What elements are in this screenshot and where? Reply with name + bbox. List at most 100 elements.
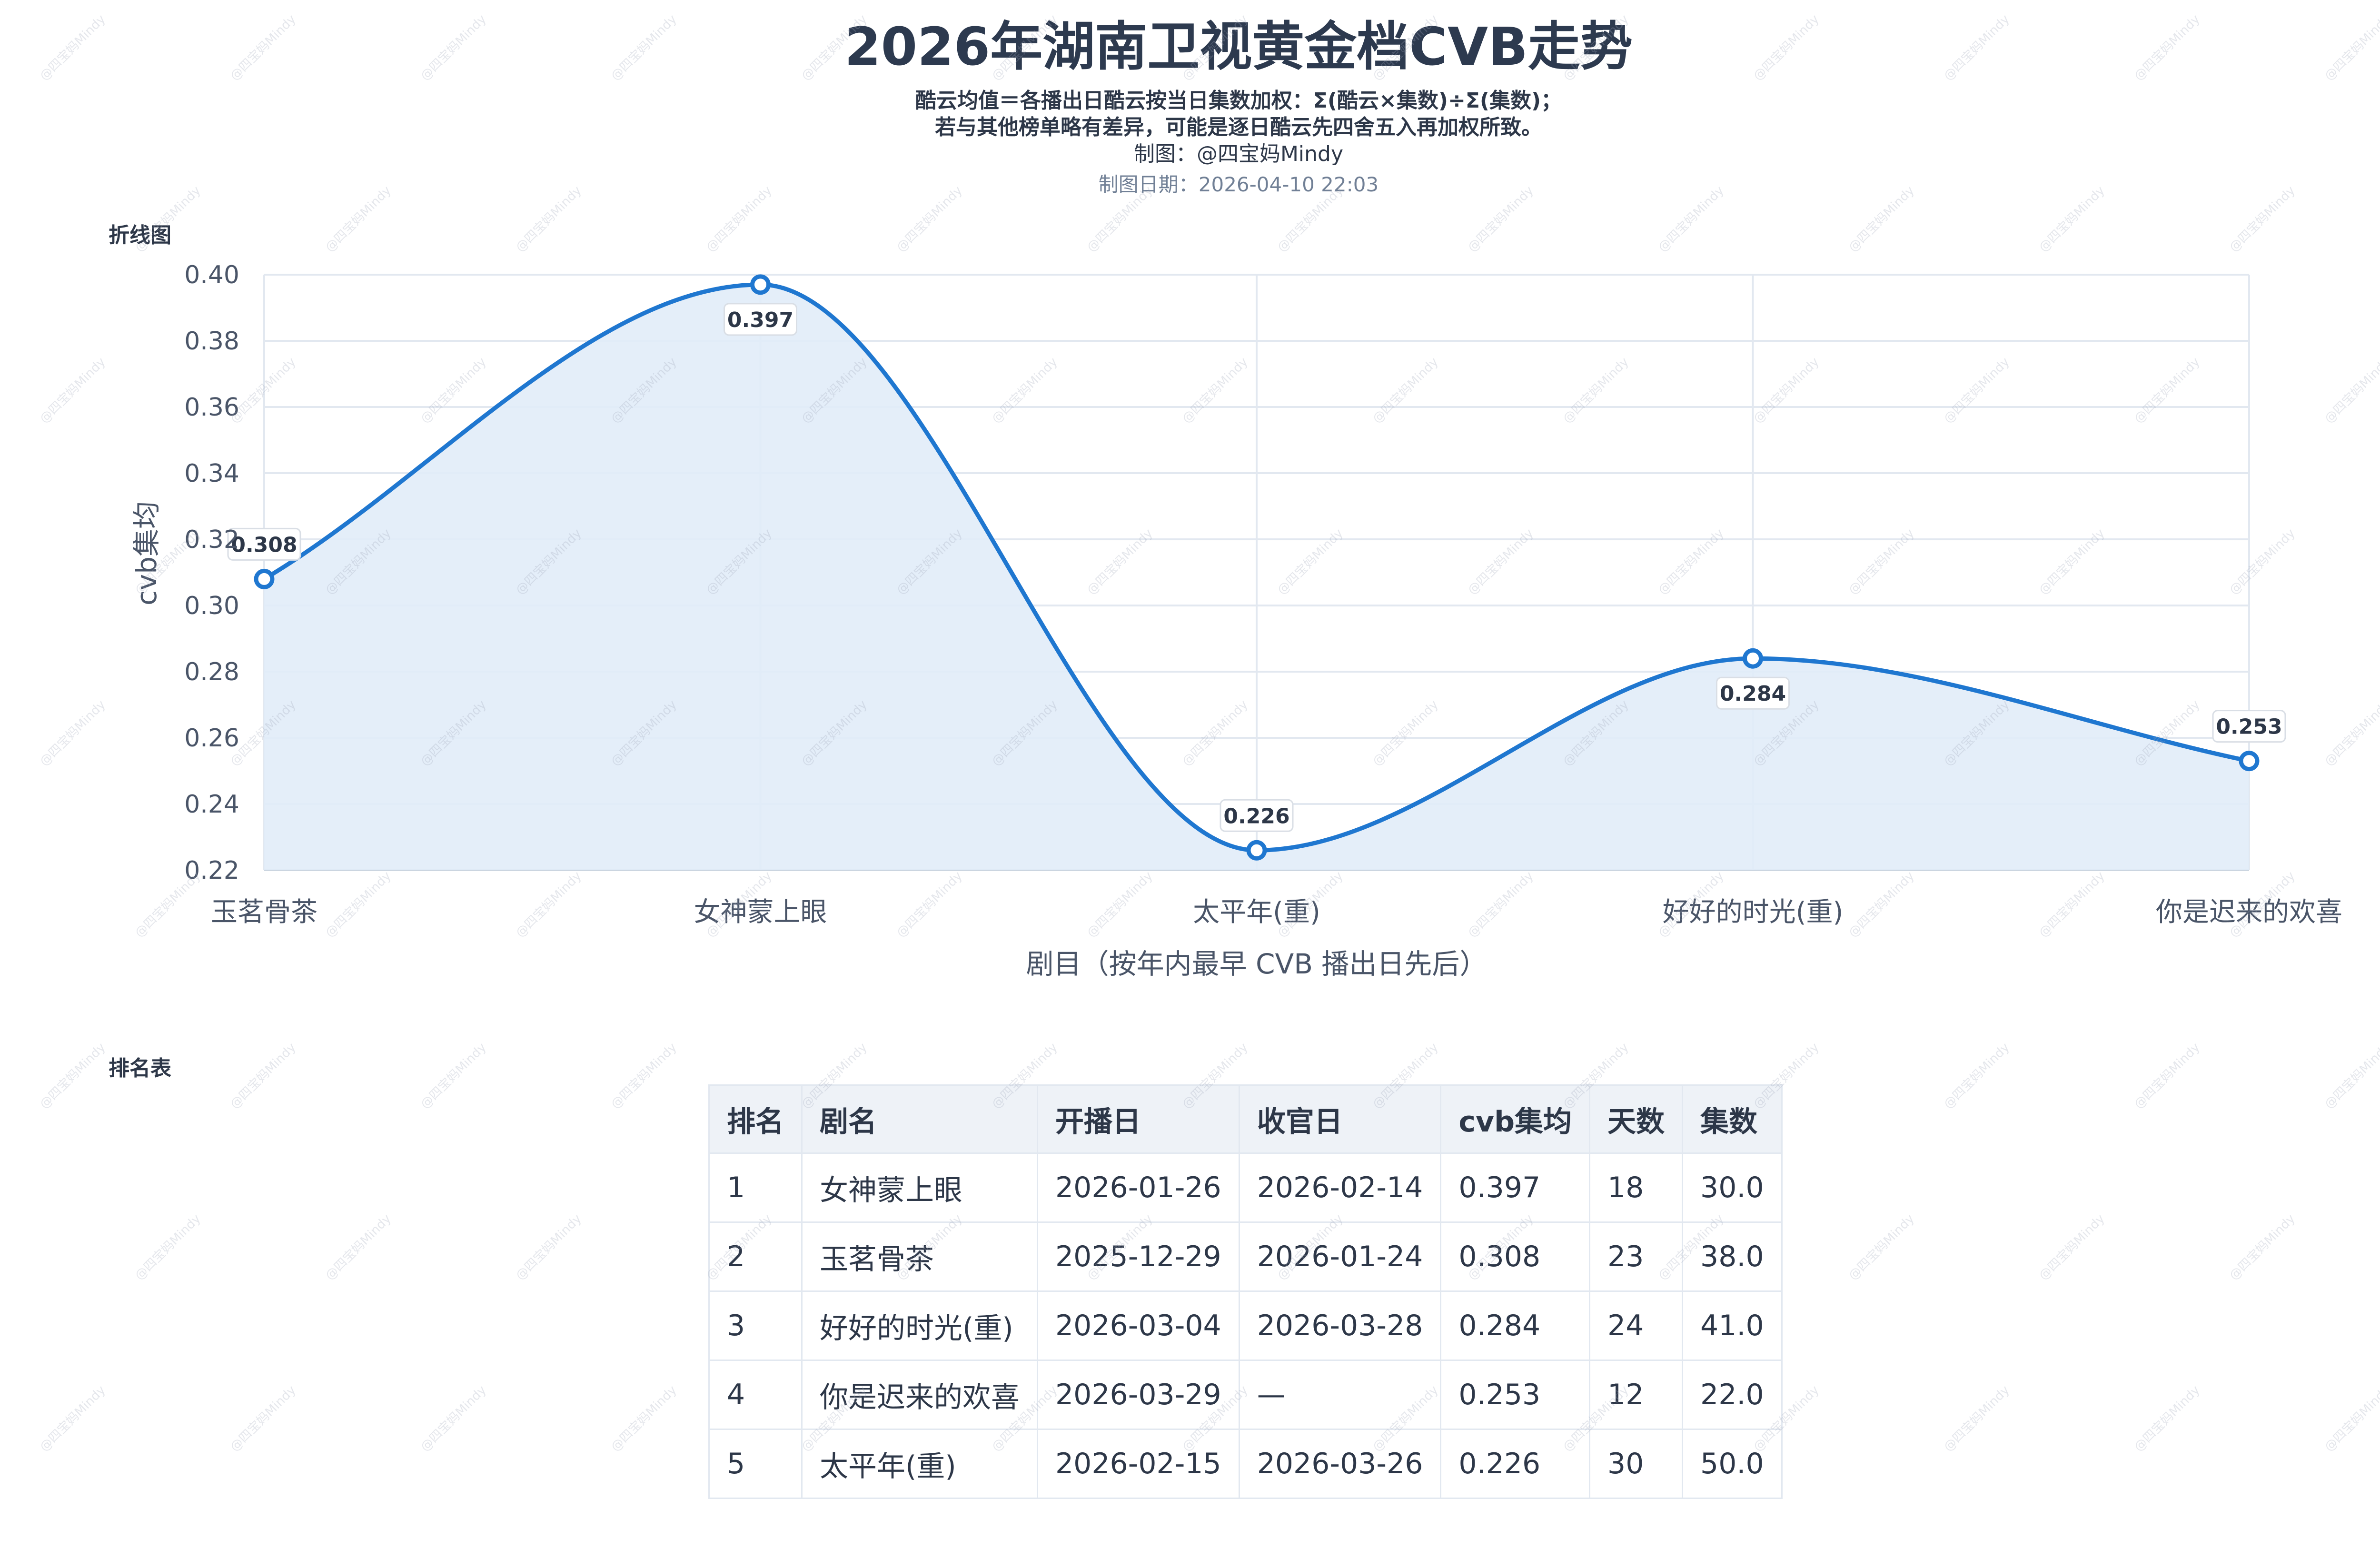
table-row: 5 太平年(重) 2026-02-15 2026-03-26 0.226 30 … [708,1429,1783,1499]
table-row: 1 女神蒙上眼 2026-01-26 2026-02-14 0.397 18 3… [708,1152,1783,1223]
cell-rank: 4 [708,1360,803,1430]
table-row: 2 玉茗骨茶 2025-12-29 2026-01-24 0.308 23 38… [708,1221,1783,1292]
y-axis-title: cvb集均 [130,501,163,605]
data-label: 0.397 [727,308,793,332]
cell-cvb: 0.308 [1440,1221,1591,1292]
cell-days: 24 [1589,1290,1684,1361]
watermark-text: @四宝妈Mindy [1845,1211,1917,1283]
table-row: 4 你是迟来的欢喜 2026-03-29 — 0.253 12 22.0 [708,1360,1783,1430]
data-label: 0.226 [1223,804,1289,828]
x-tick-label: 好好的时光(重) [1663,897,1844,928]
y-tick-label: 0.28 [184,658,239,686]
cell-title: 玉茗骨茶 [801,1221,1038,1292]
cell-episodes: 38.0 [1682,1221,1783,1292]
cell-start: 2026-01-26 [1037,1152,1240,1223]
cell-episodes: 50.0 [1682,1429,1783,1499]
watermark-text: @四宝妈Mindy [2321,1040,2380,1112]
cell-title: 你是迟来的欢喜 [801,1360,1038,1430]
x-tick-label: 太平年(重) [1193,897,1320,928]
y-axis-ticks: 0.22 0.24 0.26 0.28 0.30 0.32 0.34 0.36 0.38 0.40 [184,261,239,885]
cell-cvb: 0.397 [1440,1152,1591,1223]
watermark-text: @四宝妈Mindy [513,1211,585,1283]
cell-end: — [1238,1360,1442,1430]
y-tick-label: 0.38 [184,327,239,356]
cell-start: 2026-03-04 [1037,1290,1240,1361]
watermark-text: @四宝妈Mindy [417,1040,489,1112]
line-chart: 0.3080.3970.2260.2840.253 0.220.240.260.… [130,261,2342,980]
col-header-end: 收官日 [1238,1084,1442,1154]
y-tick-label: 0.24 [184,790,239,819]
watermark-text: @四宝妈Mindy [2226,1211,2298,1283]
data-point [1246,840,1267,861]
cell-start: 2025-12-29 [1037,1221,1240,1292]
watermark-text: @四宝妈Mindy [227,1383,299,1455]
table-section-label: 排名表 [109,1056,171,1081]
watermark-text: @四宝妈Mindy [1941,1383,2013,1455]
data-point [750,274,771,295]
ranking-table: 排名 剧名 开播日 收官日 cvb集均 天数 集数 1 女神蒙上眼 2026-0… [708,1084,1783,1499]
x-axis-title: 剧目（按年内最早 CVB 播出日先后） [1026,948,1488,980]
cell-days: 18 [1589,1152,1684,1223]
data-label: 0.284 [1720,682,1786,706]
y-tick-label: 0.32 [184,526,239,554]
watermark-text: @四宝妈Mindy [2321,1383,2380,1455]
y-tick-label: 0.40 [184,261,239,289]
watermark-text: @四宝妈Mindy [227,1040,299,1112]
y-tick-label: 0.30 [184,592,239,620]
x-tick-label: 玉茗骨茶 [211,897,317,928]
cell-start: 2026-02-15 [1037,1429,1240,1499]
cell-episodes: 22.0 [1682,1360,1783,1430]
cell-title: 太平年(重) [801,1429,1038,1499]
watermark-text: @四宝妈Mindy [132,1211,204,1283]
cell-end: 2026-03-28 [1238,1290,1442,1361]
watermark-text: @四宝妈Mindy [2036,1211,2108,1283]
table-row: 3 好好的时光(重) 2026-03-04 2026-03-28 0.284 2… [708,1290,1783,1361]
x-axis-ticks: 玉茗骨茶 女神蒙上眼 太平年(重) 好好的时光(重) 你是迟来的欢喜 [211,897,2342,928]
x-tick-label: 女神蒙上眼 [694,897,827,928]
col-header-rank: 排名 [708,1084,803,1154]
cell-days: 23 [1589,1221,1684,1292]
data-label: 0.253 [2216,715,2282,739]
cell-episodes: 30.0 [1682,1152,1783,1223]
cell-end: 2026-01-24 [1238,1221,1442,1292]
col-header-cvb: cvb集均 [1440,1084,1591,1154]
y-tick-label: 0.34 [184,459,239,488]
watermark-text: @四宝妈Mindy [608,1040,680,1112]
x-tick-label: 你是迟来的欢喜 [2156,897,2342,928]
watermark-text: @四宝妈Mindy [2131,1383,2203,1455]
cell-rank: 3 [708,1290,803,1361]
cell-rank: 2 [708,1221,803,1292]
data-point [254,568,275,589]
watermark-text: @四宝妈Mindy [608,1383,680,1455]
cell-days: 30 [1589,1429,1684,1499]
cell-rank: 1 [708,1152,803,1223]
data-point [1743,648,1763,669]
cell-cvb: 0.284 [1440,1290,1591,1361]
cell-end: 2026-02-14 [1238,1152,1442,1223]
col-header-days: 天数 [1589,1084,1684,1154]
cell-start: 2026-03-29 [1037,1360,1240,1430]
cell-end: 2026-03-26 [1238,1429,1442,1499]
y-tick-label: 0.22 [184,856,239,885]
watermark-text: @四宝妈Mindy [37,1040,109,1112]
cell-title: 女神蒙上眼 [801,1152,1038,1223]
cell-rank: 5 [708,1429,803,1499]
watermark-text: @四宝妈Mindy [417,1383,489,1455]
watermark-text: @四宝妈Mindy [1941,1040,2013,1112]
y-tick-label: 0.36 [184,393,239,422]
data-label: 0.308 [231,533,297,557]
col-header-episodes: 集数 [1682,1084,1783,1154]
watermark-text: @四宝妈Mindy [2131,1040,2203,1112]
cell-title: 好好的时光(重) [801,1290,1038,1361]
table-header-row: 排名 剧名 开播日 收官日 cvb集均 天数 集数 [708,1084,1783,1154]
cell-days: 12 [1589,1360,1684,1430]
cell-episodes: 41.0 [1682,1290,1783,1361]
cell-cvb: 0.226 [1440,1429,1591,1499]
watermark-text: @四宝妈Mindy [322,1211,394,1283]
watermark-text: @四宝妈Mindy [37,1383,109,1455]
col-header-start: 开播日 [1037,1084,1240,1154]
col-header-title: 剧名 [801,1084,1038,1154]
y-tick-label: 0.26 [184,724,239,753]
cell-cvb: 0.253 [1440,1360,1591,1430]
data-point [2239,751,2260,772]
